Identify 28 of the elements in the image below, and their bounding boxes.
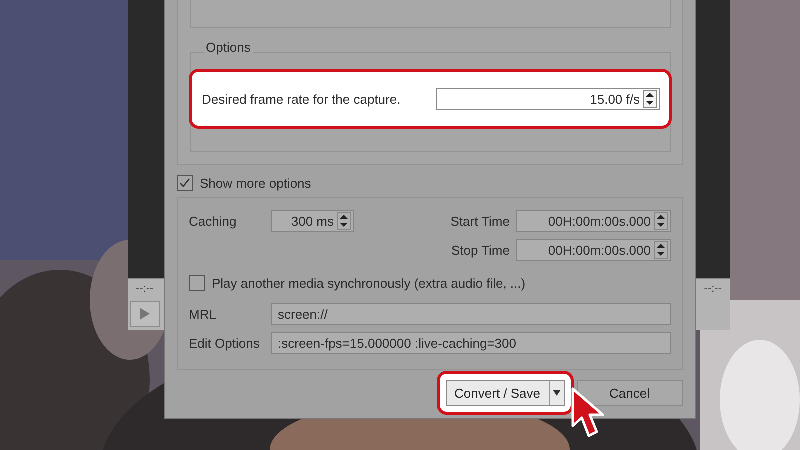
frame-rate-field[interactable]: 15.00 f/s xyxy=(436,88,660,110)
start-time-field[interactable]: 00H:00m:00s.000 xyxy=(516,210,671,232)
edit-options-field[interactable]: :screen-fps=15.000000 :live-caching=300 xyxy=(271,332,671,354)
options-title: Options xyxy=(204,40,253,56)
convert-save-button[interactable]: Convert / Save xyxy=(446,380,565,406)
play-icon xyxy=(139,307,151,321)
stop-time-field[interactable]: 00H:00m:00s.000 xyxy=(516,239,671,261)
checkmark-icon xyxy=(179,177,191,189)
stop-time-label: Stop Time xyxy=(450,242,510,258)
caret-icon[interactable] xyxy=(552,390,561,396)
spinner-icon[interactable] xyxy=(654,241,668,259)
checkbox[interactable] xyxy=(189,275,205,291)
cancel-button[interactable]: Cancel xyxy=(576,380,683,406)
total-time: --:-- xyxy=(704,283,722,295)
frame-rate-label: Desired frame rate for the capture. xyxy=(202,92,401,106)
mrl-label: MRL xyxy=(189,306,218,322)
spinner-icon[interactable] xyxy=(337,212,351,230)
mrl-field[interactable]: screen:// xyxy=(271,303,671,325)
spinner-icon[interactable] xyxy=(643,90,657,108)
show-more-options-label: Show more options xyxy=(200,176,312,190)
spinner-icon[interactable] xyxy=(654,212,668,230)
checkbox[interactable] xyxy=(177,175,193,191)
play-another-label: Play another media synchronously (extra audio file, ...) xyxy=(212,276,526,290)
start-time-label: Start Time xyxy=(450,214,510,228)
caching-label: Caching xyxy=(189,214,238,228)
elapsed-time: --:-- xyxy=(136,283,154,295)
edit-options-label: Edit Options xyxy=(189,336,261,350)
caching-field[interactable]: 300 ms xyxy=(271,210,354,232)
